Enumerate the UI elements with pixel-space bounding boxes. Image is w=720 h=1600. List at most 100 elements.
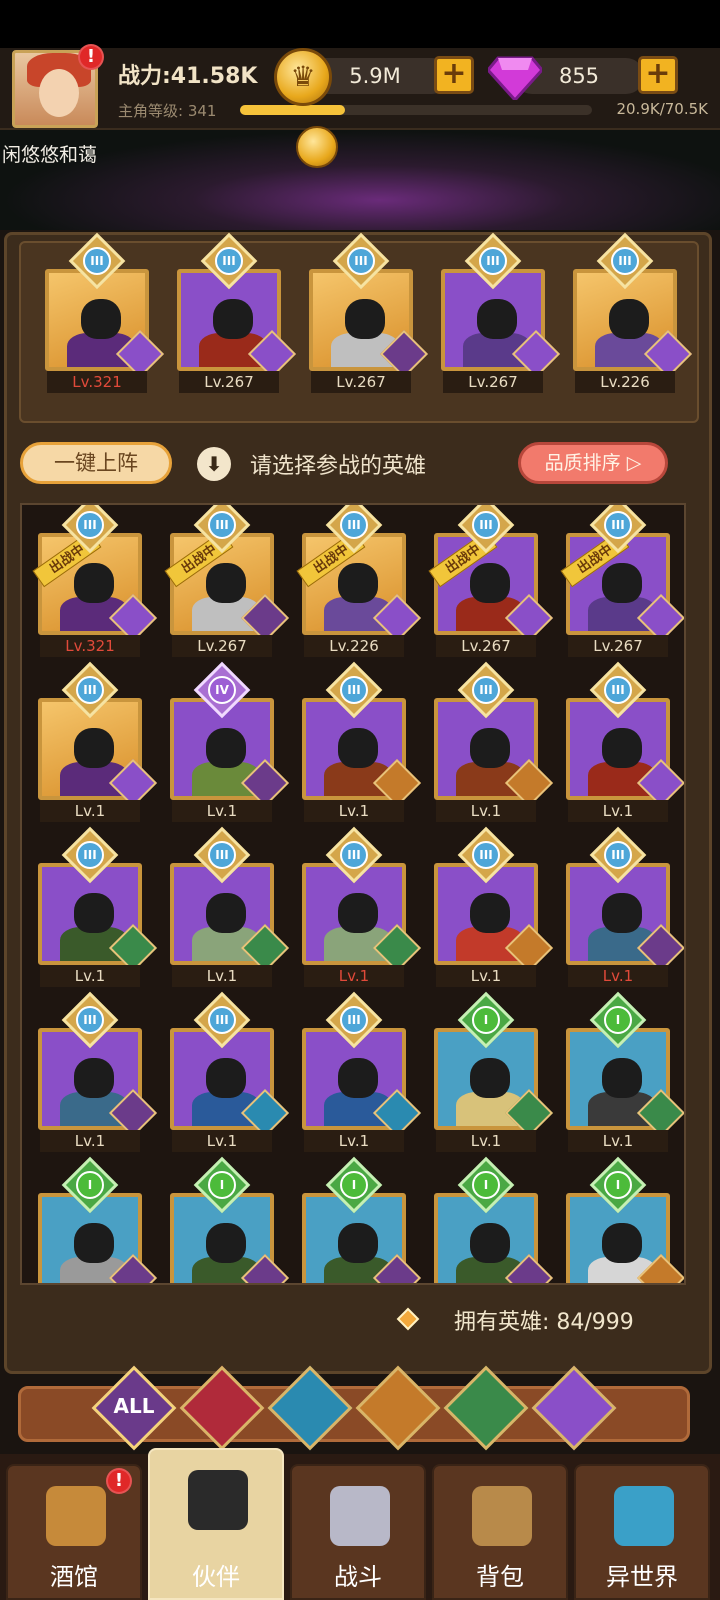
hero-level-label: Lv.267 [311,371,411,393]
combat-power: 战力:41.58K [118,64,258,89]
nav-partners-icon [188,1470,248,1530]
hero-level-label: Lv.1 [568,800,668,822]
hero-head [602,728,642,768]
floating-coin-icon[interactable] [296,126,338,168]
hero-head [74,728,114,768]
add-gems-button[interactable]: + [638,56,678,94]
rank-numeral: III [340,676,368,704]
nav-bag-tab[interactable]: 背包 [432,1464,568,1600]
background-scene [0,130,720,230]
rank-numeral: III [76,1006,104,1034]
hero-level-label: Lv.1 [568,965,668,987]
rank-numeral: III [76,511,104,539]
hero-level-label: Lv.1 [304,1130,404,1152]
hero-head [602,893,642,933]
hero-level-label: Lv.226 [304,635,404,657]
hero-level-label: Lv.1 [436,965,536,987]
hero-head [470,1223,510,1263]
hero-head [74,1223,114,1263]
hero-head [470,563,510,603]
hero-level-label: Lv.1 [436,1130,536,1152]
nav-battle-tab[interactable]: 战斗 [290,1464,426,1600]
nav-battle-label: 战斗 [334,1563,382,1591]
rank-numeral: III [472,841,500,869]
hero-grid[interactable]: 出战中 III Lv.321 出战中 III Lv.267 出战中 III Lv.226 出战中 I… [20,503,686,1285]
hero-level-label: Lv.267 [436,635,536,657]
hero-head [206,1223,246,1263]
hero-level-label: Lv.226 [575,371,675,393]
rank-numeral: I [208,1171,236,1199]
xp-text: 20.9K/70.5K [616,100,708,118]
hero-head [477,299,517,339]
hero-level-label: Lv.1 [172,1130,272,1152]
avatar-alert-badge: ! [78,44,104,70]
hero-head [470,728,510,768]
hero-level-label: Lv.1 [436,800,536,822]
team-lineup: III Lv.321 III Lv.267 III Lv.267 III Lv.267 III L… [19,232,699,423]
rank-numeral: III [340,511,368,539]
rank-numeral: III [604,841,632,869]
hero-head [345,299,385,339]
hero-level-label: Lv.1 [304,965,404,987]
nav-tavern-icon [46,1486,106,1546]
rank-numeral: I [340,1171,368,1199]
hero-head [74,1058,114,1098]
rank-numeral: I [604,1171,632,1199]
nav-bag-label: 背包 [476,1563,524,1591]
hero-head [206,893,246,933]
hero-head [338,728,378,768]
nav-otherworld-tab[interactable]: 异世界 [574,1464,710,1600]
rank-numeral: III [472,676,500,704]
hero-head [609,299,649,339]
nav-bag-icon [472,1486,532,1546]
hero-level-label: Lv.267 [179,371,279,393]
hero-head [338,1223,378,1263]
hero-level-label: Lv.1 [172,965,272,987]
hero-head [602,1223,642,1263]
xp-bar-fill [240,105,345,115]
player-name: 闲悠悠和蔼 [2,144,98,166]
hero-level-label: Lv.1 [40,965,140,987]
hero-level-label: Lv.321 [40,635,140,657]
hero-head [206,563,246,603]
nav-partners-tab[interactable]: 伙伴 [148,1448,284,1600]
hero-level-label: Lv.1 [40,1130,140,1152]
hero-level-label: Lv.267 [172,635,272,657]
owned-heroes-count: 拥有英雄: 84/999 [454,1310,634,1335]
hero-head [74,893,114,933]
rank-numeral: I [76,1171,104,1199]
rank-numeral: I [472,1006,500,1034]
rank-numeral: III [340,841,368,869]
rank-numeral: III [76,676,104,704]
rank-numeral: III [472,511,500,539]
hero-head [470,893,510,933]
nav-tavern-label: 酒馆 [50,1563,98,1591]
quality-sort-button[interactable]: 品质排序 ▷ [518,442,668,484]
rank-numeral: I [472,1171,500,1199]
rank-numeral: I [604,1006,632,1034]
auto-deploy-button[interactable]: 一键上阵 [20,442,172,484]
hero-level-label: Lv.1 [304,800,404,822]
hero-level-label: Lv.1 [40,800,140,822]
rank-numeral: III [76,841,104,869]
rank-numeral: III [347,247,375,275]
hero-head [602,1058,642,1098]
add-gold-button[interactable]: + [434,56,474,94]
rank-numeral: III [208,841,236,869]
nav-battle-icon [330,1486,390,1546]
arrow-down-icon: ⬇ [197,447,231,481]
rank-numeral: III [208,511,236,539]
hero-level: 主角等级: 341 [118,102,217,120]
rank-numeral: III [479,247,507,275]
hero-head [338,1058,378,1098]
hero-level-label: Lv.1 [568,1130,668,1152]
nav-otherworld-label: 异世界 [606,1563,678,1591]
rank-numeral: IV [208,676,236,704]
hero-level-label: Lv.321 [47,371,147,393]
hero-head [338,563,378,603]
rank-numeral: III [340,1006,368,1034]
gem-icon [488,56,542,100]
hero-level-label: Lv.267 [568,635,668,657]
hero-head [602,563,642,603]
rank-numeral: III [611,247,639,275]
